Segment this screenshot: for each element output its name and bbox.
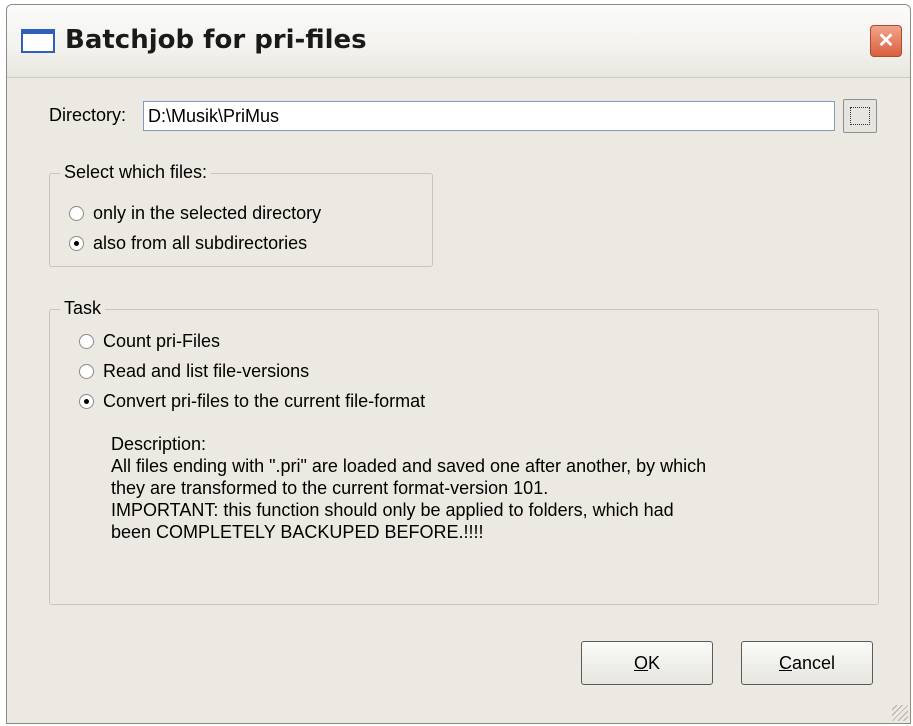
radio-label: Convert pri-files to the current file-fo…	[103, 391, 426, 411]
radio-only-selected-directory[interactable]: only in the selected directory	[69, 203, 321, 224]
radio-button[interactable]	[79, 394, 94, 409]
ok-button[interactable]: OK	[581, 641, 713, 685]
cancel-mnemonic: C	[778, 652, 792, 673]
directory-label: Directory:	[49, 105, 127, 125]
window-title: Batchjob for pri-files	[65, 25, 367, 55]
radio-button[interactable]	[69, 206, 84, 221]
ok-label-rest: K	[648, 652, 661, 673]
window-icon	[21, 29, 55, 53]
description-line: they are transformed to the current form…	[111, 478, 549, 498]
radio-count-pri-files[interactable]: Count pri-Files	[79, 331, 220, 352]
radio-label: also from all subdirectories	[93, 233, 308, 253]
radio-convert-pri-files[interactable]: Convert pri-files to the current file-fo…	[79, 391, 425, 412]
radio-label: Read and list file-versions	[103, 361, 310, 381]
radio-all-subdirectories[interactable]: also from all subdirectories	[69, 233, 307, 254]
radio-button[interactable]	[69, 236, 84, 251]
radio-label: only in the selected directory	[93, 203, 322, 223]
batchjob-dialog: Batchjob for pri-files ✕ Directory: Sele…	[6, 4, 911, 724]
radio-button[interactable]	[79, 334, 94, 349]
ellipsis-icon	[850, 107, 870, 125]
radio-read-list-versions[interactable]: Read and list file-versions	[79, 361, 309, 382]
browse-button[interactable]	[843, 99, 877, 133]
close-button[interactable]: ✕	[870, 25, 902, 57]
directory-input[interactable]	[143, 101, 835, 131]
file-selection-legend: Select which files:	[60, 162, 212, 183]
ok-mnemonic: O	[633, 652, 648, 673]
title-bar[interactable]: Batchjob for pri-files ✕	[7, 5, 910, 78]
resize-grip-icon[interactable]	[892, 705, 908, 721]
cancel-button[interactable]: Cancel	[741, 641, 873, 685]
radio-button[interactable]	[79, 364, 94, 379]
radio-label: Count pri-Files	[103, 331, 221, 351]
description-line: IMPORTANT: this function should only be …	[111, 500, 674, 520]
description-heading: Description:	[111, 434, 207, 454]
task-legend: Task	[60, 298, 106, 319]
description-line: All files ending with ".pri" are loaded …	[111, 456, 707, 476]
cancel-label-rest: ancel	[791, 652, 836, 673]
description-line: been COMPLETELY BACKUPED BEFORE.!!!!	[111, 522, 484, 542]
